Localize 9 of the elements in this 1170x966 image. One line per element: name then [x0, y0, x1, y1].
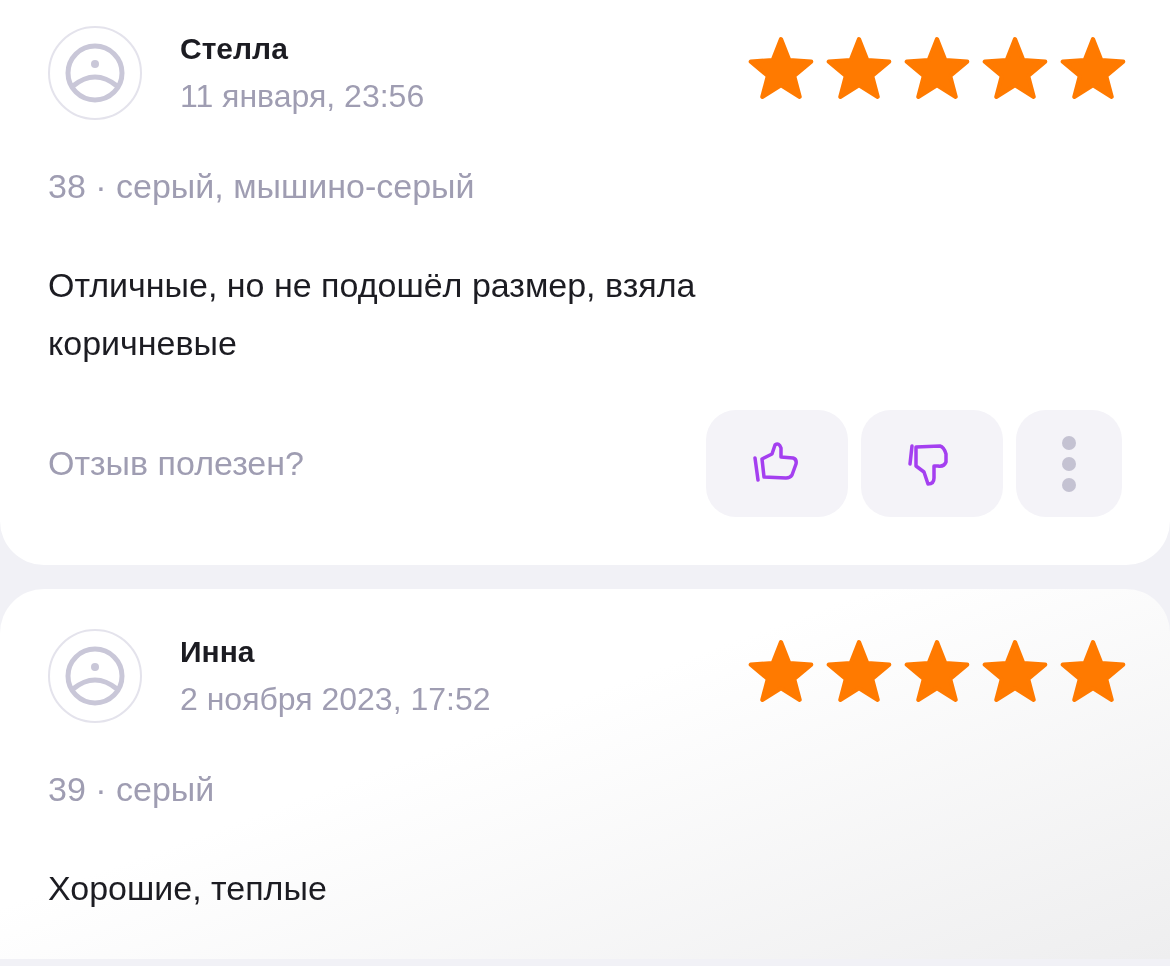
size-color: 39 · серый: [48, 769, 216, 810]
author-name: Стелла: [180, 31, 289, 67]
size-color: 38 · серый, мышино-серый: [48, 166, 476, 207]
helpful-prompt: Отзыв полезен?: [48, 444, 304, 483]
review-text: Хорошие, теплые: [48, 868, 328, 909]
review-date: 11 января, 23:56: [180, 77, 425, 116]
review-date: 2 ноября 2023, 17:52: [180, 680, 491, 719]
author-name: Инна: [180, 634, 256, 670]
review-text: Отличные, но не подошёл размер, взяла коричневые: [48, 265, 697, 364]
